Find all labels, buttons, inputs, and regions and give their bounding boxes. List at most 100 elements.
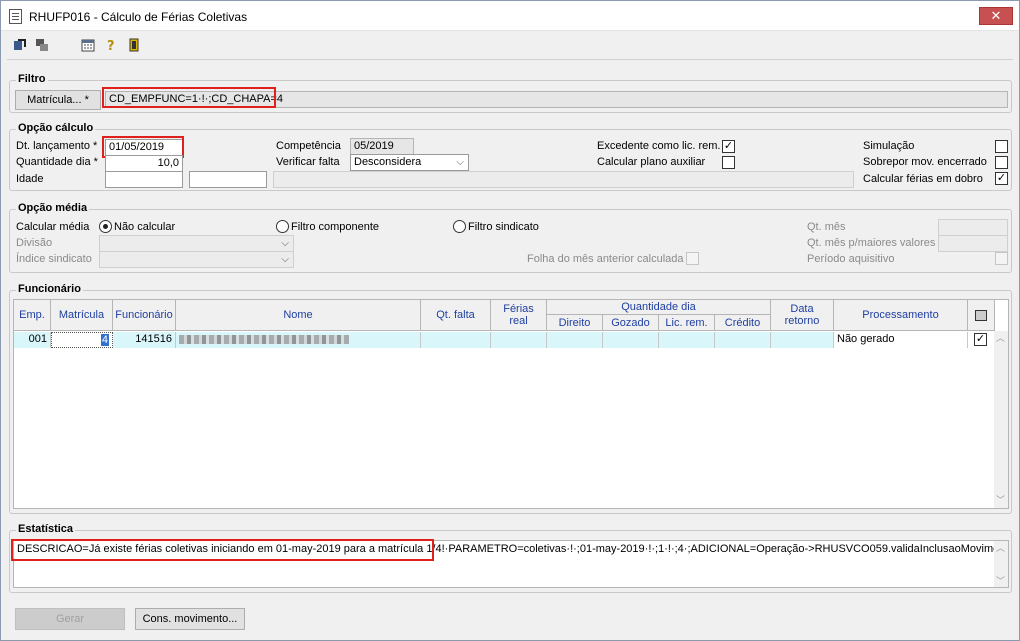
- col-gozado[interactable]: Gozado: [603, 315, 659, 331]
- idade-input-2[interactable]: [189, 171, 267, 188]
- execute-icon[interactable]: [13, 38, 27, 52]
- col-emp[interactable]: Emp.: [14, 300, 51, 331]
- simulacao-checkbox[interactable]: [995, 140, 1008, 153]
- chevron-down-icon: ⌵: [456, 157, 464, 168]
- gerar-button[interactable]: Gerar: [15, 608, 125, 630]
- funcionario-table: Emp. Matrícula Funcionário Nome Qt. falt…: [13, 299, 1009, 509]
- sobrepor-label: Sobrepor mov. encerrado: [863, 156, 987, 168]
- col-processamento[interactable]: Processamento: [834, 300, 968, 331]
- calendar-icon[interactable]: [81, 38, 95, 52]
- estatistica-memo[interactable]: DESCRICAO=Já existe férias coletivas ini…: [13, 540, 1009, 588]
- col-lic-rem[interactable]: Lic. rem.: [659, 315, 715, 331]
- idade-label: Idade: [16, 173, 44, 185]
- competencia-field: 05/2019: [350, 138, 414, 155]
- table-scrollbar[interactable]: ︿ ﹀: [994, 331, 1008, 508]
- periodo-aquisitivo-label: Período aquisitivo: [807, 253, 895, 265]
- indice-sindicato-select: ⌵: [99, 251, 294, 268]
- qt-mes-field: [938, 219, 1008, 236]
- filtro-legend: Filtro: [16, 73, 48, 85]
- folha-label: Folha do mês anterior calculada: [527, 253, 684, 265]
- qt-mes-maiores-label: Qt. mês p/maiores valores: [807, 237, 936, 249]
- calcular-dobro-checkbox[interactable]: ✓: [995, 172, 1008, 185]
- cell-gozado: [603, 332, 659, 348]
- cell-matricula-value: 4: [100, 334, 109, 346]
- verificar-falta-value: Desconsidera: [354, 156, 422, 168]
- main-window: RHUFP016 - Cálculo de Férias Coletivas ✕…: [0, 0, 1020, 641]
- cons-movimento-button[interactable]: Cons. movimento...: [135, 608, 245, 630]
- quantidade-dia-input[interactable]: 10,0: [105, 155, 183, 172]
- divisao-label: Divisão: [16, 237, 53, 249]
- col-funcionario[interactable]: Funcionário: [113, 300, 176, 331]
- opcao-calculo-legend: Opção cálculo: [16, 122, 96, 134]
- chevron-down-icon: ⌵: [281, 254, 289, 265]
- col-credito[interactable]: Crédito: [715, 315, 771, 331]
- radio-nao-calcular-label: Não calcular: [114, 221, 176, 233]
- divisao-select: ⌵: [99, 235, 294, 252]
- row-checkbox[interactable]: ✓: [974, 333, 987, 346]
- excedente-label: Excedente como lic. rem.: [597, 140, 721, 152]
- close-button[interactable]: ✕: [979, 7, 1013, 25]
- blurred-name: [179, 335, 349, 344]
- document-icon: [9, 9, 22, 24]
- window-title: RHUFP016 - Cálculo de Férias Coletivas: [29, 10, 248, 24]
- chevron-down-icon: ⌵: [281, 238, 289, 249]
- competencia-label: Competência: [276, 140, 341, 152]
- windows-icon[interactable]: [35, 38, 49, 52]
- idade-input-1[interactable]: [105, 171, 183, 188]
- cell-ferias-real: [491, 332, 547, 348]
- chevron-up-icon[interactable]: ︿: [996, 541, 1005, 554]
- indice-sindicato-label: Índice sindicato: [16, 253, 92, 265]
- col-data-retorno[interactable]: Data retorno: [771, 300, 834, 331]
- help-icon[interactable]: ?: [104, 38, 118, 52]
- excedente-checkbox[interactable]: ✓: [722, 140, 735, 153]
- radio-filtro-sindicato-label: Filtro sindicato: [468, 221, 539, 233]
- calcular-dobro-label: Calcular férias em dobro: [863, 173, 983, 185]
- col-select-all[interactable]: [968, 300, 995, 331]
- radio-nao-calcular[interactable]: [99, 220, 112, 233]
- funcionario-legend: Funcionário: [16, 283, 83, 295]
- chevron-down-icon[interactable]: ﹀: [996, 574, 1005, 587]
- qt-mes-label: Qt. mês: [807, 221, 846, 233]
- folha-checkbox: [686, 252, 699, 265]
- quantidade-dia-label: Quantidade dia *: [16, 156, 98, 168]
- toolbar: ?: [1, 32, 1019, 58]
- cell-lic-rem: [659, 332, 715, 348]
- calcular-plano-checkbox[interactable]: [722, 156, 735, 169]
- exit-door-icon[interactable]: [127, 38, 141, 52]
- verificar-falta-label: Verificar falta: [276, 156, 340, 168]
- radio-filtro-sindicato[interactable]: [453, 220, 466, 233]
- qt-mes-maiores-field: [938, 235, 1008, 252]
- col-quantidade-dia: Quantidade dia: [547, 300, 771, 315]
- cell-qt-falta: [421, 332, 491, 348]
- svg-text:?: ?: [107, 39, 115, 52]
- dt-lancamento-input[interactable]: 01/05/2019: [105, 139, 183, 156]
- matricula-button[interactable]: Matrícula... *: [15, 90, 101, 110]
- col-nome[interactable]: Nome: [176, 300, 421, 331]
- cell-processamento: Não gerado: [834, 332, 968, 348]
- col-matricula[interactable]: Matrícula: [51, 300, 113, 331]
- calcular-media-label: Calcular média: [16, 221, 90, 233]
- estatistica-rest-text: ·PARAMETRO=coletivas·!·;01-may-2019·!·;1…: [444, 543, 1009, 555]
- cell-credito: [715, 332, 771, 348]
- toolbar-separator: [7, 59, 1013, 60]
- sobrepor-checkbox[interactable]: [995, 156, 1008, 169]
- cell-nome: [176, 332, 421, 348]
- cell-matricula[interactable]: 4: [51, 332, 113, 348]
- radio-filtro-componente-label: Filtro componente: [291, 221, 380, 233]
- col-direito[interactable]: Direito: [547, 315, 603, 331]
- chevron-up-icon[interactable]: ︿: [996, 331, 1005, 344]
- radio-filtro-componente[interactable]: [276, 220, 289, 233]
- cell-direito: [547, 332, 603, 348]
- chevron-down-icon[interactable]: ﹀: [996, 493, 1005, 506]
- dt-lancamento-label: Dt. lançamento *: [16, 140, 98, 152]
- memo-scrollbar[interactable]: ︿ ﹀: [994, 541, 1008, 587]
- verificar-falta-select[interactable]: Desconsidera ⌵: [350, 154, 469, 171]
- cell-select[interactable]: ✓: [968, 332, 995, 348]
- select-all-checkbox[interactable]: [975, 309, 987, 321]
- cell-data-retorno: [771, 332, 834, 348]
- col-ferias-real[interactable]: Férias real: [491, 300, 547, 331]
- filtro-group: Filtro Matrícula... * CD_EMPFUNC=1·!·;CD…: [9, 73, 1012, 113]
- cell-emp: 001: [14, 332, 51, 348]
- col-qt-falta[interactable]: Qt. falta: [421, 300, 491, 331]
- filter-value-field: CD_EMPFUNC=1·!·;CD_CHAPA=4: [105, 91, 1008, 108]
